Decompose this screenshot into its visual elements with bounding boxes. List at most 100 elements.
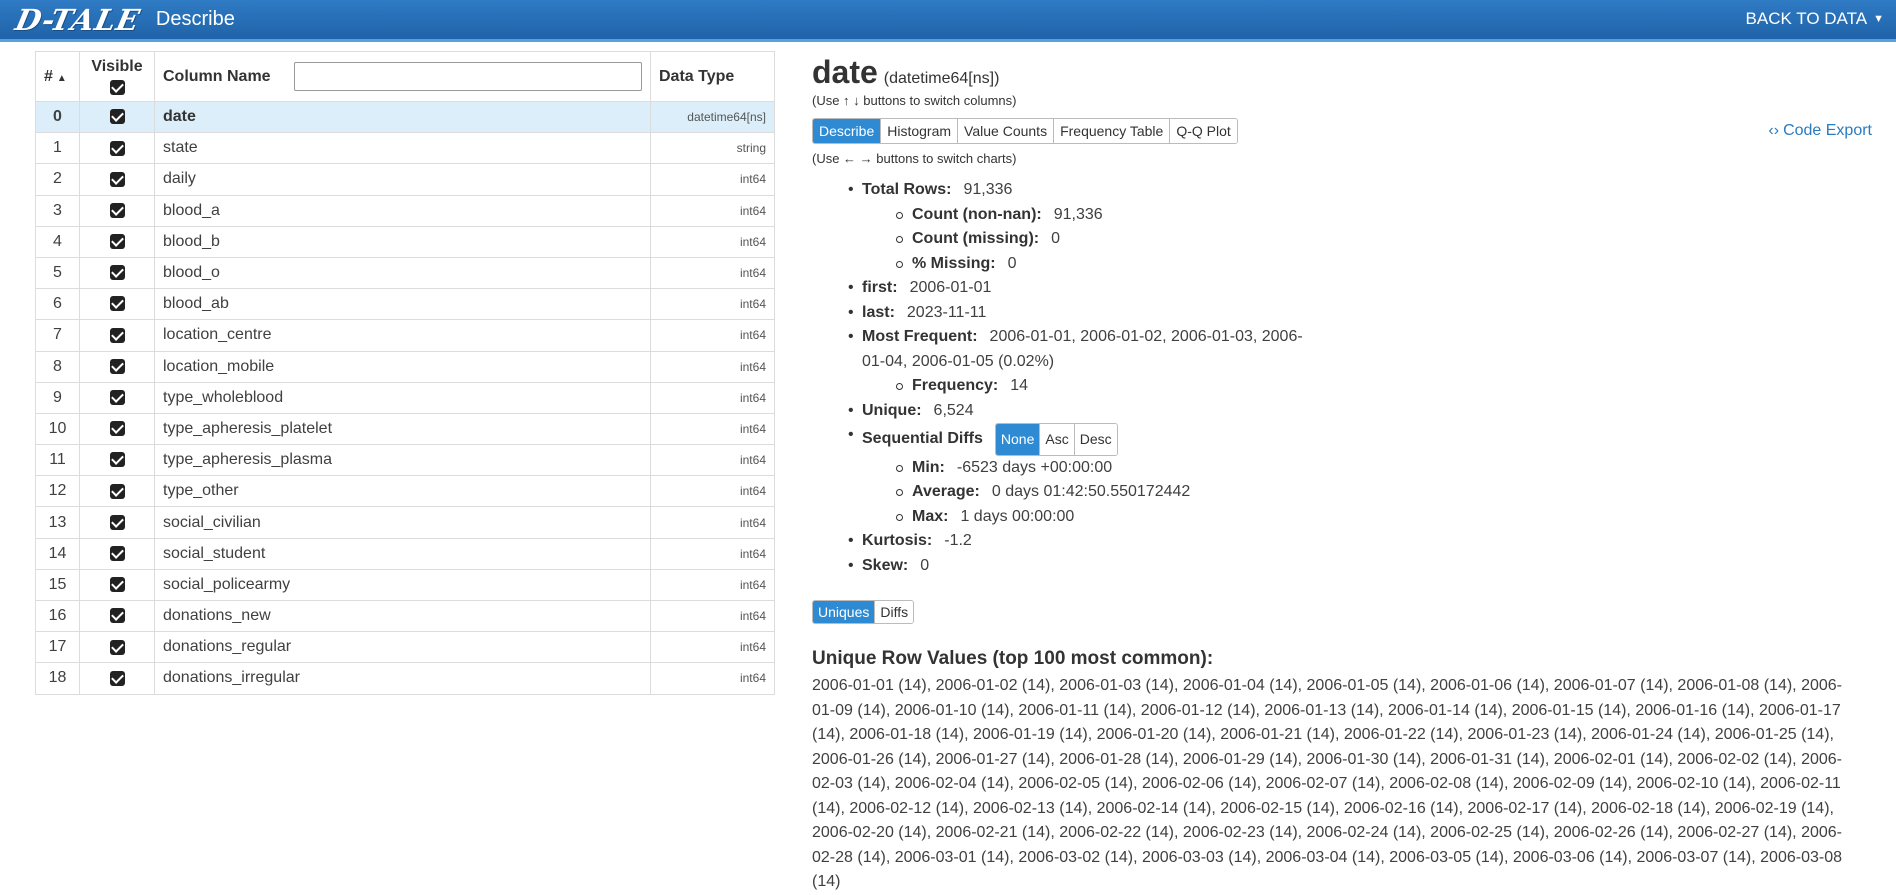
row-data-type: datetime64[ns] xyxy=(650,100,775,134)
row-column-name[interactable]: donations_irregular xyxy=(154,662,651,695)
table-row[interactable]: 1 state string xyxy=(35,132,775,165)
row-visible-checkbox[interactable] xyxy=(109,265,125,281)
stat-value: 91,336 xyxy=(963,181,1013,198)
row-visible-checkbox[interactable] xyxy=(109,140,125,156)
uniques-tab[interactable]: Uniques xyxy=(813,601,876,623)
row-data-type: int64 xyxy=(650,568,775,602)
table-row[interactable]: 17 donations_regular int64 xyxy=(35,631,775,664)
row-column-name[interactable]: daily xyxy=(154,163,651,196)
tab-value-counts[interactable]: Value Counts xyxy=(958,119,1055,143)
row-column-name[interactable]: type_other xyxy=(154,475,651,508)
table-row[interactable]: 7 location_centre int64 xyxy=(35,319,775,352)
row-visible-checkbox[interactable] xyxy=(109,171,125,187)
column-name-filter-input[interactable] xyxy=(294,62,642,91)
row-visible-checkbox[interactable] xyxy=(109,296,125,312)
row-column-name[interactable]: blood_ab xyxy=(154,288,651,321)
row-data-type: int64 xyxy=(650,599,775,633)
stat-value: 1 days 00:00:00 xyxy=(960,507,1075,525)
table-row[interactable]: 12 type_other int64 xyxy=(35,475,775,508)
row-column-name[interactable]: type_apheresis_plasma xyxy=(154,444,651,477)
select-all-checkbox[interactable] xyxy=(109,80,125,95)
column-title-name: date xyxy=(812,54,878,90)
row-visible-checkbox[interactable] xyxy=(109,202,125,218)
row-column-name[interactable]: donations_regular xyxy=(154,631,651,664)
row-column-name[interactable]: blood_a xyxy=(154,194,651,227)
row-visible-checkbox[interactable] xyxy=(109,514,125,530)
data-type-header: Data Type xyxy=(650,51,775,102)
row-visible-checkbox[interactable] xyxy=(109,109,125,125)
table-row[interactable]: 18 donations_irregular int64 xyxy=(35,662,775,695)
row-visible-cell xyxy=(79,662,155,695)
row-visible-checkbox[interactable] xyxy=(109,639,125,655)
row-index: 0 xyxy=(35,100,80,134)
row-column-name[interactable]: location_mobile xyxy=(154,350,651,383)
table-row[interactable]: 10 type_apheresis_platelet int64 xyxy=(35,412,775,446)
row-index: 15 xyxy=(35,568,80,602)
table-row[interactable]: 5 blood_o int64 xyxy=(35,256,775,290)
stat-last: last: 2023-11-11 xyxy=(848,301,1872,326)
row-visible-checkbox[interactable] xyxy=(109,577,125,593)
describe-panel: date (datetime64[ns]) (Use ↑ ↓ buttons t… xyxy=(812,54,1872,895)
row-visible-checkbox[interactable] xyxy=(109,483,125,499)
row-column-name[interactable]: social_student xyxy=(154,537,651,570)
table-row[interactable]: 16 donations_new int64 xyxy=(35,599,775,633)
table-row[interactable]: 2 daily int64 xyxy=(35,163,775,196)
row-index: 8 xyxy=(35,350,80,383)
sequential-diffs-sort-toggle: None Asc Desc xyxy=(994,423,1118,456)
table-row[interactable]: 14 social_student int64 xyxy=(35,537,775,570)
tab-frequency-table[interactable]: Frequency Table xyxy=(1054,119,1171,143)
table-row[interactable]: 11 type_apheresis_plasma int64 xyxy=(35,444,775,477)
seq-diff-none-button[interactable]: None xyxy=(995,424,1041,455)
seq-diff-desc-button[interactable]: Desc xyxy=(1074,424,1117,455)
row-data-type: int64 xyxy=(650,319,775,352)
row-index: 11 xyxy=(35,444,80,477)
table-row[interactable]: 9 type_wholeblood int64 xyxy=(35,381,775,414)
row-visible-checkbox[interactable] xyxy=(109,670,125,686)
row-visible-checkbox[interactable] xyxy=(109,608,125,624)
tab-histogram[interactable]: Histogram xyxy=(881,119,959,143)
row-column-name[interactable]: social_policearmy xyxy=(154,568,651,602)
table-row[interactable]: 8 location_mobile int64 xyxy=(35,350,775,383)
row-index: 2 xyxy=(35,163,80,196)
dtale-logo[interactable]: D-TALE xyxy=(12,3,143,37)
stat-most-frequent: Most Frequent:2006-01-01, 2006-01-02, 20… xyxy=(848,325,1872,374)
index-header[interactable]: # ▲ xyxy=(35,51,80,102)
row-visible-checkbox[interactable] xyxy=(109,390,125,406)
row-visible-checkbox[interactable] xyxy=(109,545,125,561)
stat-label: last: xyxy=(862,303,895,321)
table-row[interactable]: 4 blood_b int64 xyxy=(35,225,775,258)
row-column-name[interactable]: blood_b xyxy=(154,225,651,258)
row-visible-cell xyxy=(79,319,155,352)
table-row[interactable]: 0 date datetime64[ns] xyxy=(35,100,775,134)
row-index: 4 xyxy=(35,225,80,258)
row-column-name[interactable]: date xyxy=(154,100,651,134)
stat-value: 2023-11-11 xyxy=(906,303,987,321)
table-row[interactable]: 3 blood_a int64 xyxy=(35,194,775,227)
back-to-data-button[interactable]: BACK TO DATA ▼ xyxy=(1746,9,1884,29)
row-visible-checkbox[interactable] xyxy=(109,452,125,468)
row-column-name[interactable]: type_apheresis_platelet xyxy=(154,412,651,446)
tab-describe[interactable]: Describe xyxy=(813,119,882,143)
row-visible-checkbox[interactable] xyxy=(109,421,125,437)
table-row[interactable]: 15 social_policearmy int64 xyxy=(35,568,775,602)
table-row[interactable]: 13 social_civilian int64 xyxy=(35,506,775,539)
row-column-name[interactable]: blood_o xyxy=(154,256,651,290)
row-visible-checkbox[interactable] xyxy=(109,327,125,343)
row-column-name[interactable]: location_centre xyxy=(154,319,651,352)
seq-diff-asc-button[interactable]: Asc xyxy=(1040,424,1075,455)
code-export-button[interactable]: ‹› Code Export xyxy=(1768,122,1872,140)
row-column-name[interactable]: social_civilian xyxy=(154,506,651,539)
unique-values-title: Unique Row Values (top 100 most common): xyxy=(812,648,1214,669)
table-row[interactable]: 6 blood_ab int64 xyxy=(35,288,775,321)
row-column-name[interactable]: type_wholeblood xyxy=(154,381,651,414)
stat-count-non-nan: Count (non-nan): 91,336 xyxy=(896,203,1872,228)
code-export-label: Code Export xyxy=(1783,122,1872,139)
row-column-name[interactable]: state xyxy=(154,132,651,165)
row-visible-checkbox[interactable] xyxy=(109,358,125,374)
row-column-name[interactable]: donations_new xyxy=(154,599,651,633)
tab-qq-plot[interactable]: Q-Q Plot xyxy=(1170,119,1237,143)
stat-average: Average: 0 days 01:42:50.550172442 xyxy=(896,480,1872,505)
diffs-tab[interactable]: Diffs xyxy=(875,601,914,623)
columns-table: # ▲ Visible Column Name Data Type 0 date da… xyxy=(35,51,775,695)
row-visible-checkbox[interactable] xyxy=(109,234,125,250)
